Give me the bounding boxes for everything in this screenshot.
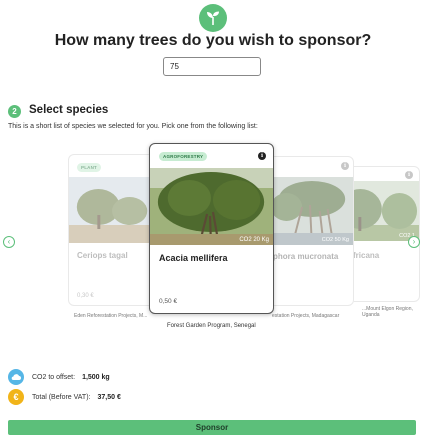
euro-icon: € [8, 389, 24, 405]
species-project: ...Mount Elgon Region, Uganda [362, 306, 413, 318]
card-fade-overlay [262, 156, 354, 306]
total-summary-row: € Total (Before VAT): 37,50 € [8, 389, 121, 405]
species-photo [150, 168, 273, 245]
species-price: 0,50 € [159, 298, 178, 305]
cloud-icon [8, 369, 24, 385]
page-title: How many trees do you wish to sponsor? [54, 32, 372, 49]
species-project: estation Projects, Madagascar [272, 313, 340, 319]
tree-quantity-input[interactable] [163, 57, 261, 76]
total-value: 37,50 € [97, 393, 121, 401]
chevron-left-icon[interactable]: ‹ [3, 236, 15, 248]
co2-summary-row: CO2 to offset: 1,500 kg [8, 369, 110, 385]
species-co2: CO2 20 Kg [239, 237, 269, 243]
step-description: This is a short list of species we selec… [8, 123, 258, 130]
step-title: Select species [29, 104, 109, 116]
co2-label: CO2 to offset: [32, 373, 76, 381]
card-fade-overlay [68, 154, 160, 306]
co2-value: 1,500 kg [82, 373, 110, 381]
step-number-badge: 2 [8, 105, 21, 118]
chevron-right-icon[interactable]: › [408, 236, 420, 248]
sprout-logo-icon [199, 4, 227, 32]
species-project: Forest Garden Program, Senegal [167, 323, 256, 329]
info-icon[interactable]: i [258, 152, 266, 160]
total-label: Total (Before VAT): [32, 393, 91, 401]
sponsor-button[interactable]: Sponsor [8, 420, 416, 435]
species-name: Acacia mellifera [159, 253, 228, 263]
species-project: Eden Reforestation Projects, M... [74, 313, 148, 319]
species-card-2[interactable]: AGROFORESTRY i CO2 20 Kg Acacia mellifer… [149, 143, 274, 314]
species-type-tag: AGROFORESTRY [159, 152, 208, 161]
